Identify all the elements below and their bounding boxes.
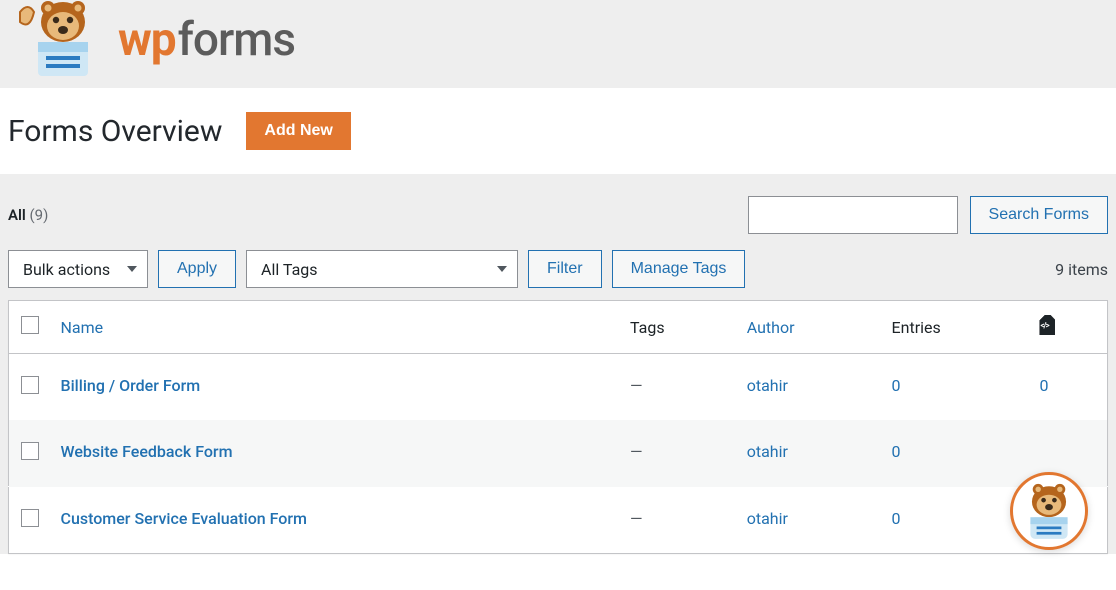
manage-tags-button[interactable]: Manage Tags [612, 250, 746, 288]
entries-link[interactable]: 0 [892, 442, 901, 461]
col-shortcode [1029, 301, 1107, 354]
brand-forms: forms [178, 13, 295, 67]
view-all-count: (9) [30, 206, 49, 224]
row-checkbox[interactable] [21, 376, 39, 394]
view-all-label[interactable]: All [8, 206, 26, 224]
help-mascot-button[interactable] [1010, 472, 1088, 550]
bulk-actions-select[interactable]: Bulk actions [8, 250, 148, 288]
author-link[interactable]: otahir [747, 442, 788, 461]
table-row: Billing / Order Form — otahir 0 0 [9, 354, 1108, 421]
all-tags-label: All Tags [261, 260, 317, 279]
code-icon [1039, 315, 1055, 335]
bulk-actions-label: Bulk actions [23, 260, 110, 279]
select-all-checkbox[interactable] [21, 316, 39, 334]
col-entries: Entries [882, 301, 1030, 354]
row-checkbox[interactable] [21, 442, 39, 460]
wpforms-mascot-logo [8, 0, 108, 80]
chevron-down-icon [127, 266, 137, 272]
author-link[interactable]: otahir [747, 509, 788, 528]
form-name-link[interactable]: Customer Service Evaluation Form [61, 509, 307, 528]
filter-button[interactable]: Filter [528, 250, 602, 288]
search-input[interactable] [748, 196, 958, 234]
form-name-link[interactable]: Billing / Order Form [61, 376, 201, 395]
form-name-link[interactable]: Website Feedback Form [61, 442, 233, 461]
entries-link[interactable]: 0 [892, 376, 901, 395]
author-link[interactable]: otahir [747, 376, 788, 395]
items-count: 9 items [1055, 260, 1108, 279]
table-row: Customer Service Evaluation Form — otahi… [9, 487, 1108, 554]
title-bar: Forms Overview Add New [0, 88, 1116, 174]
row-checkbox[interactable] [21, 509, 39, 527]
row-tags: — [620, 420, 737, 487]
row-tags: — [620, 487, 737, 554]
all-tags-select[interactable]: All Tags [246, 250, 518, 288]
col-tags: Tags [620, 301, 737, 354]
search-forms-button[interactable]: Search Forms [970, 196, 1108, 234]
page-title: Forms Overview [8, 114, 222, 149]
forms-table: Name Tags Author Entries Billing / Order… [8, 300, 1108, 554]
brand-wp: wp [118, 13, 176, 67]
row-tags: — [620, 354, 737, 421]
brand-text: wpforms [118, 13, 295, 67]
shortcode-count[interactable]: 0 [1039, 376, 1048, 395]
brand-banner: wpforms [0, 0, 1116, 88]
col-name[interactable]: Name [51, 301, 621, 354]
add-new-button[interactable]: Add New [246, 112, 350, 150]
apply-button[interactable]: Apply [158, 250, 236, 288]
views-subsub: All (9) [8, 206, 48, 224]
table-row: Website Feedback Form — otahir 0 [9, 420, 1108, 487]
chevron-down-icon [497, 266, 507, 272]
entries-link[interactable]: 0 [892, 509, 901, 528]
col-author[interactable]: Author [737, 301, 882, 354]
